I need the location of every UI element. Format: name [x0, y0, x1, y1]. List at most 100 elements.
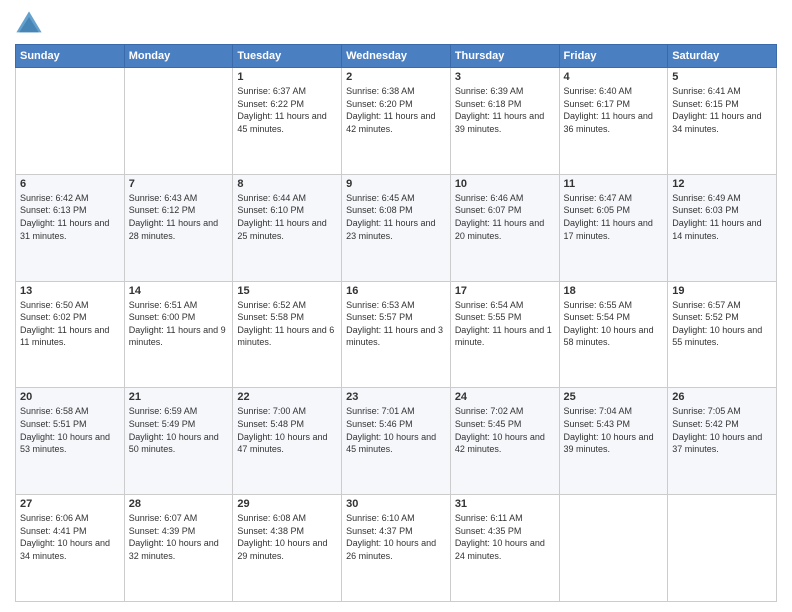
week-row-3: 13 Sunrise: 6:50 AMSunset: 6:02 PMDayligh…	[16, 281, 777, 388]
day-number: 12	[672, 178, 772, 190]
day-number: 6	[20, 178, 120, 190]
day-number: 29	[237, 498, 337, 510]
day-info: Sunrise: 6:54 AMSunset: 5:55 PMDaylight:…	[455, 299, 555, 349]
day-cell	[16, 68, 125, 175]
day-cell: 18Sunrise: 6:55 AMSunset: 5:54 PMDayligh…	[559, 281, 668, 388]
day-number: 23	[346, 391, 446, 403]
day-info: Sunrise: 6:08 AMSunset: 4:38 PMDaylight:…	[237, 512, 337, 562]
day-cell: 17Sunrise: 6:54 AMSunset: 5:55 PMDayligh…	[450, 281, 559, 388]
day-info: Sunrise: 6:49 AMSunset: 6:03 PMDaylight:…	[672, 192, 772, 242]
day-info: Sunrise: 6:10 AMSunset: 4:37 PMDaylight:…	[346, 512, 446, 562]
weekday-header-row: SundayMondayTuesdayWednesdayThursdayFrid…	[16, 45, 777, 68]
day-cell: 4 Sunrise: 6:40 AMSunset: 6:17 PMDaylight…	[559, 68, 668, 175]
weekday-wednesday: Wednesday	[342, 45, 451, 68]
day-info: Sunrise: 6:07 AMSunset: 4:39 PMDaylight:…	[129, 512, 229, 562]
day-info: Sunrise: 6:57 AMSunset: 5:52 PMDaylight:…	[672, 299, 772, 349]
day-cell: 15Sunrise: 6:52 AMSunset: 5:58 PMDayligh…	[233, 281, 342, 388]
day-info: Sunrise: 6:58 AMSunset: 5:51 PMDaylight:…	[20, 405, 120, 455]
weekday-saturday: Saturday	[668, 45, 777, 68]
week-row-4: 20Sunrise: 6:58 AMSunset: 5:51 PMDayligh…	[16, 388, 777, 495]
logo	[15, 10, 47, 38]
day-info: Sunrise: 6:37 AMSunset: 6:22 PMDaylight:…	[237, 85, 337, 135]
day-info: Sunrise: 7:05 AMSunset: 5:42 PMDaylight:…	[672, 405, 772, 455]
day-info: Sunrise: 6:45 AMSunset: 6:08 PMDaylight:…	[346, 192, 446, 242]
day-cell: 16 Sunrise: 6:53 AMSunset: 5:57 PMDayligh…	[342, 281, 451, 388]
day-cell: 11 Sunrise: 6:47 AMSunset: 6:05 PMDayligh…	[559, 174, 668, 281]
day-cell: 5 Sunrise: 6:41 AMSunset: 6:15 PMDaylight…	[668, 68, 777, 175]
day-number: 14	[129, 285, 229, 297]
day-info: Sunrise: 6:41 AMSunset: 6:15 PMDaylight:…	[672, 85, 772, 135]
day-number: 13	[20, 285, 120, 297]
weekday-sunday: Sunday	[16, 45, 125, 68]
day-number: 21	[129, 391, 229, 403]
day-cell: 26 Sunrise: 7:05 AMSunset: 5:42 PMDayligh…	[668, 388, 777, 495]
day-cell	[668, 495, 777, 602]
day-info: Sunrise: 6:55 AMSunset: 5:54 PMDaylight:…	[564, 299, 664, 349]
day-info: Sunrise: 6:53 AMSunset: 5:57 PMDaylight:…	[346, 299, 446, 349]
day-cell: 27 Sunrise: 6:06 AMSunset: 4:41 PMDayligh…	[16, 495, 125, 602]
day-info: Sunrise: 6:50 AMSunset: 6:02 PMDaylight:…	[20, 299, 120, 349]
day-cell: 6 Sunrise: 6:42 AMSunset: 6:13 PMDaylight…	[16, 174, 125, 281]
day-number: 11	[564, 178, 664, 190]
week-row-2: 6 Sunrise: 6:42 AMSunset: 6:13 PMDaylight…	[16, 174, 777, 281]
page: SundayMondayTuesdayWednesdayThursdayFrid…	[0, 0, 792, 612]
day-info: Sunrise: 7:00 AMSunset: 5:48 PMDaylight:…	[237, 405, 337, 455]
day-cell: 12 Sunrise: 6:49 AMSunset: 6:03 PMDayligh…	[668, 174, 777, 281]
day-number: 22	[237, 391, 337, 403]
day-info: Sunrise: 6:52 AMSunset: 5:58 PMDaylight:…	[237, 299, 337, 349]
day-cell: 23 Sunrise: 7:01 AMSunset: 5:46 PMDayligh…	[342, 388, 451, 495]
weekday-thursday: Thursday	[450, 45, 559, 68]
day-number: 7	[129, 178, 229, 190]
day-cell: 24 Sunrise: 7:02 AMSunset: 5:45 PMDayligh…	[450, 388, 559, 495]
day-number: 8	[237, 178, 337, 190]
day-number: 27	[20, 498, 120, 510]
day-cell: 2 Sunrise: 6:38 AMSunset: 6:20 PMDaylight…	[342, 68, 451, 175]
day-info: Sunrise: 7:02 AMSunset: 5:45 PMDaylight:…	[455, 405, 555, 455]
day-cell: 21Sunrise: 6:59 AMSunset: 5:49 PMDayligh…	[124, 388, 233, 495]
week-row-1: 1 Sunrise: 6:37 AMSunset: 6:22 PMDaylight…	[16, 68, 777, 175]
weekday-monday: Monday	[124, 45, 233, 68]
calendar-table: SundayMondayTuesdayWednesdayThursdayFrid…	[15, 44, 777, 602]
day-cell: 31Sunrise: 6:11 AMSunset: 4:35 PMDayligh…	[450, 495, 559, 602]
day-info: Sunrise: 6:44 AMSunset: 6:10 PMDaylight:…	[237, 192, 337, 242]
day-cell: 22 Sunrise: 7:00 AMSunset: 5:48 PMDayligh…	[233, 388, 342, 495]
day-cell	[559, 495, 668, 602]
day-info: Sunrise: 6:11 AMSunset: 4:35 PMDaylight:…	[455, 512, 555, 562]
day-number: 30	[346, 498, 446, 510]
day-number: 3	[455, 71, 555, 83]
day-number: 2	[346, 71, 446, 83]
day-number: 4	[564, 71, 664, 83]
day-info: Sunrise: 6:38 AMSunset: 6:20 PMDaylight:…	[346, 85, 446, 135]
day-info: Sunrise: 6:40 AMSunset: 6:17 PMDaylight:…	[564, 85, 664, 135]
day-cell: 10 Sunrise: 6:46 AMSunset: 6:07 PMDayligh…	[450, 174, 559, 281]
day-cell: 28 Sunrise: 6:07 AMSunset: 4:39 PMDayligh…	[124, 495, 233, 602]
day-number: 16	[346, 285, 446, 297]
day-info: Sunrise: 7:04 AMSunset: 5:43 PMDaylight:…	[564, 405, 664, 455]
day-cell: 8 Sunrise: 6:44 AMSunset: 6:10 PMDaylight…	[233, 174, 342, 281]
day-number: 9	[346, 178, 446, 190]
day-info: Sunrise: 6:47 AMSunset: 6:05 PMDaylight:…	[564, 192, 664, 242]
day-cell: 19 Sunrise: 6:57 AMSunset: 5:52 PMDayligh…	[668, 281, 777, 388]
day-info: Sunrise: 6:43 AMSunset: 6:12 PMDaylight:…	[129, 192, 229, 242]
day-number: 1	[237, 71, 337, 83]
day-number: 24	[455, 391, 555, 403]
day-number: 25	[564, 391, 664, 403]
weekday-friday: Friday	[559, 45, 668, 68]
day-number: 5	[672, 71, 772, 83]
day-info: Sunrise: 6:42 AMSunset: 6:13 PMDaylight:…	[20, 192, 120, 242]
day-cell: 7 Sunrise: 6:43 AMSunset: 6:12 PMDaylight…	[124, 174, 233, 281]
weekday-tuesday: Tuesday	[233, 45, 342, 68]
logo-icon	[15, 10, 43, 38]
day-cell: 29 Sunrise: 6:08 AMSunset: 4:38 PMDayligh…	[233, 495, 342, 602]
day-number: 19	[672, 285, 772, 297]
day-info: Sunrise: 7:01 AMSunset: 5:46 PMDaylight:…	[346, 405, 446, 455]
day-info: Sunrise: 6:46 AMSunset: 6:07 PMDaylight:…	[455, 192, 555, 242]
day-cell: 25 Sunrise: 7:04 AMSunset: 5:43 PMDayligh…	[559, 388, 668, 495]
day-info: Sunrise: 6:39 AMSunset: 6:18 PMDaylight:…	[455, 85, 555, 135]
day-cell: 1 Sunrise: 6:37 AMSunset: 6:22 PMDaylight…	[233, 68, 342, 175]
day-number: 10	[455, 178, 555, 190]
day-number: 26	[672, 391, 772, 403]
day-number: 28	[129, 498, 229, 510]
day-info: Sunrise: 6:06 AMSunset: 4:41 PMDaylight:…	[20, 512, 120, 562]
week-row-5: 27 Sunrise: 6:06 AMSunset: 4:41 PMDayligh…	[16, 495, 777, 602]
